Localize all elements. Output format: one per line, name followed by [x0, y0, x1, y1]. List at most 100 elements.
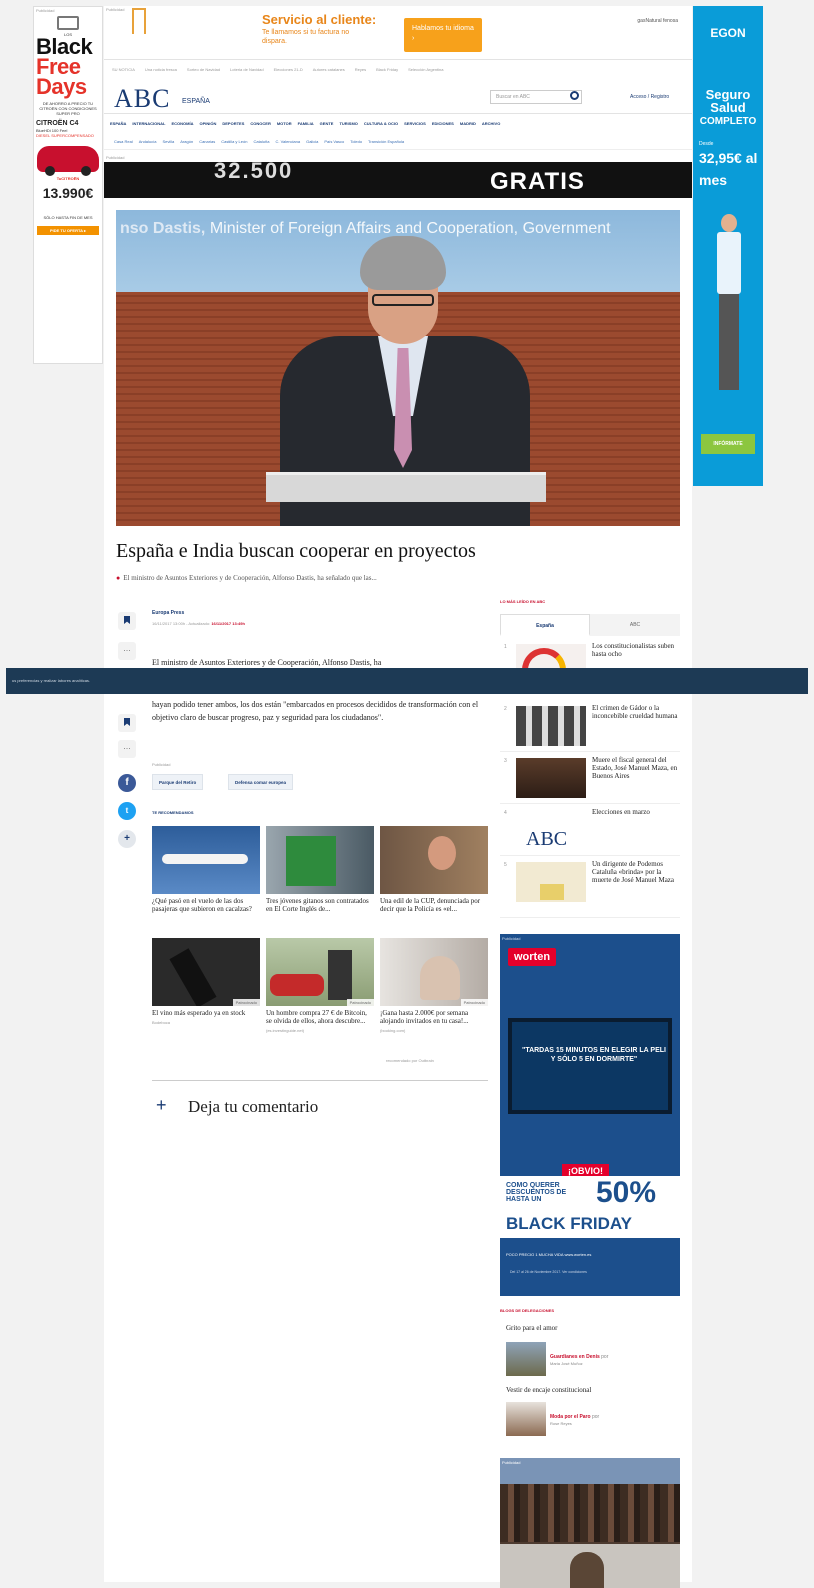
login-link[interactable]: Acceso / Registro	[630, 94, 669, 100]
subnav-item-8[interactable]: Galicia	[306, 139, 318, 144]
utility-link-3[interactable]: Loteria de Navidad	[230, 67, 264, 72]
nav-item-6[interactable]: MOTOR	[277, 121, 292, 126]
ad-headline3: COMPLETO	[699, 116, 757, 127]
hero-image[interactable]: nso Dastis, Minister of Foreign Affairs …	[116, 210, 680, 526]
most-read-item[interactable]: 5 Un dirigente de Podemos Cataluña «brin…	[500, 858, 680, 918]
share-more-icon[interactable]: +	[118, 830, 136, 848]
ad-label: Publicidad	[502, 936, 521, 941]
utility-link-8[interactable]: Selección Argentina	[408, 67, 443, 72]
left-skyscraper-ad[interactable]: Publicidad LOS Black Free Days DE AHORRO…	[33, 6, 103, 364]
more-options-icon[interactable]: …	[118, 740, 136, 758]
nav-item-9[interactable]: TURISMO	[339, 121, 357, 126]
comment-section[interactable]: + Deja tu comentario	[152, 1080, 488, 1120]
nav-item-14[interactable]: ARCHIVO	[482, 121, 500, 126]
nav-item-8[interactable]: GENTE	[320, 121, 334, 126]
article-headline: España e India buscan cooperar en proyec…	[116, 540, 476, 562]
bookmark-icon[interactable]	[118, 612, 136, 630]
most-read-tabs: España ABC	[500, 614, 680, 636]
utility-link-7[interactable]: Black Friday	[376, 67, 398, 72]
tab-abc[interactable]: ABC	[590, 614, 680, 636]
subnav-item-3[interactable]: Aragón	[180, 139, 193, 144]
ad-language-button[interactable]: Hablamos tu idioma ›	[404, 18, 482, 52]
worten-ad[interactable]: Publicidad worten "TARDAS 15 MINUTOS EN …	[500, 934, 680, 1296]
ad-percent: 50%	[596, 1176, 657, 1209]
twitter-icon[interactable]: t	[118, 802, 136, 820]
most-read-item[interactable]: 3 Muere el fiscal general del Estado, Jo…	[500, 754, 680, 804]
recommend-card[interactable]: Patrocinado ¡Gana hasta 2.000€ por seman…	[380, 938, 488, 1033]
plus-icon[interactable]: +	[156, 1095, 167, 1116]
recommend-card[interactable]: ¿Qué pasó en el vuelo de las dos pasajer…	[152, 826, 260, 913]
nav-item-5[interactable]: CONOCER	[250, 121, 270, 126]
blog-item[interactable]: Guardianes en Denis por Maria José Muñoz	[506, 1342, 676, 1376]
ad-headline2: Salud	[710, 100, 746, 115]
utility-links-bar: SU NOTICIA Una noticia fresca Sorteo de Na…	[104, 62, 692, 76]
edition-label[interactable]: ESPAÑA	[182, 98, 210, 105]
worten-logo: worten	[508, 948, 557, 966]
ad-label: Publicidad	[106, 7, 125, 12]
search-input[interactable]: Buscar en ABC	[490, 90, 582, 104]
utility-link-2[interactable]: Sorteo de Navidad	[187, 67, 220, 72]
subnav-item-7[interactable]: C. Valenciana	[275, 139, 300, 144]
subnav-item-0[interactable]: Casa Real	[114, 139, 133, 144]
utility-link-1[interactable]: Una noticia fresca	[145, 67, 177, 72]
tag-defensa[interactable]: Defensa comar europea	[228, 774, 294, 790]
subnav-item-4[interactable]: Canarias	[199, 139, 215, 144]
recommend-card[interactable]: Tres jóvenes gitanos son contratados en …	[266, 826, 374, 913]
banner-ad[interactable]: 32.500 GRATIS	[104, 158, 692, 198]
nav-item-1[interactable]: INTERNACIONAL	[132, 121, 165, 126]
ad-price: 32,95€ al mes	[699, 150, 758, 188]
recommend-card[interactable]: Una edil de la CUP, denunciada por decir…	[380, 826, 488, 913]
subnav-item-2[interactable]: Sevilla	[162, 139, 174, 144]
byline-dates: 16/11/2017 13:00h - Actualizado: 16/11/2…	[152, 621, 245, 626]
top-leaderboard-ad[interactable]: Publicidad Servicio al cliente: Te llama…	[104, 6, 692, 60]
nav-item-2[interactable]: ECONOMÍA	[171, 121, 193, 126]
most-read-item[interactable]: 4 ABC Elecciones en marzo	[500, 806, 680, 856]
recommend-card[interactable]: Patrocinado Un hombre compra 27 € de Bit…	[266, 938, 374, 1033]
comment-label[interactable]: Deja tu comentario	[188, 1097, 318, 1117]
right-skyscraper-ad[interactable]: EGON Seguro Salud COMPLETO Desde 32,95€ …	[693, 6, 763, 486]
utility-link-4[interactable]: Elecciones 21-D	[274, 67, 303, 72]
bottom-ad[interactable]: Publicidad	[500, 1458, 680, 1588]
nav-item-12[interactable]: EDICIONES	[432, 121, 454, 126]
nav-item-13[interactable]: MADRID	[460, 121, 476, 126]
ad-brand: TuCITROËN	[56, 176, 80, 181]
article-paragraph-2: hayan podido tener ambos, los dos están …	[152, 700, 479, 722]
facebook-icon[interactable]: f	[118, 774, 136, 792]
ad-cta-button[interactable]: PIDE TU OFERTA ▸	[37, 226, 99, 235]
search-icon[interactable]	[570, 91, 579, 100]
ad-price: 13.990€	[42, 185, 94, 201]
recommend-card[interactable]: Patrocinado El vino más esperado ya en s…	[152, 938, 260, 1025]
tag-parque-del-retiro[interactable]: Parque del Retiro	[152, 774, 204, 790]
cookie-bar[interactable]: us preferencias y realizar labores analí…	[6, 668, 808, 694]
subnav-item-11[interactable]: Transición Española	[368, 139, 404, 144]
bookmark-icon[interactable]	[118, 714, 136, 732]
page-container: Publicidad Servicio al cliente: Te llama…	[104, 6, 692, 1588]
utility-link-5[interactable]: Autores catalanes	[313, 67, 345, 72]
tab-espana[interactable]: España	[500, 614, 590, 636]
nav-item-0[interactable]: ESPAÑA	[110, 121, 126, 126]
ad-subtext: Te llamamos si tu factura no dispara.	[262, 29, 350, 45]
most-read-item[interactable]: 2 El crimen de Gádor o la inconcebible c…	[500, 702, 680, 752]
subnav-item-6[interactable]: Cataluña	[253, 139, 269, 144]
nav-item-4[interactable]: DEPORTES	[222, 121, 244, 126]
ad-info-button[interactable]: INFÓRMATE	[701, 434, 755, 454]
blog-heading[interactable]: Grito para el amor	[506, 1324, 558, 1332]
nav-item-3[interactable]: OPINIÓN	[199, 121, 216, 126]
outbrain-credit[interactable]: recomendado por Outbrain	[386, 1058, 434, 1063]
byline: Europa Press 16/11/2017 13:00h - Actuali…	[152, 610, 452, 626]
ad-label: Publicidad	[152, 762, 171, 767]
nav-item-11[interactable]: SERVICIOS	[404, 121, 426, 126]
utility-link-0[interactable]: SU NOTICIA	[112, 67, 135, 72]
abc-logo[interactable]: ABC	[114, 84, 170, 114]
blog-item[interactable]: Moda por el Paro por Rose Reyes	[506, 1402, 676, 1436]
blog-heading[interactable]: Vestir de encaje constitucional	[506, 1386, 591, 1394]
more-options-icon[interactable]: …	[118, 642, 136, 660]
utility-link-6[interactable]: Reyes	[355, 67, 366, 72]
subnav-item-10[interactable]: Toledo	[350, 139, 362, 144]
subnav-item-9[interactable]: País Vasco	[324, 139, 344, 144]
subnav-item-5[interactable]: Castilla y León	[221, 139, 247, 144]
subnav-item-1[interactable]: Andalucía	[139, 139, 157, 144]
byline-agency[interactable]: Europa Press	[152, 610, 452, 616]
nav-item-7[interactable]: FAMILIA	[298, 121, 314, 126]
nav-item-10[interactable]: CULTURA & OCIO	[364, 121, 398, 126]
